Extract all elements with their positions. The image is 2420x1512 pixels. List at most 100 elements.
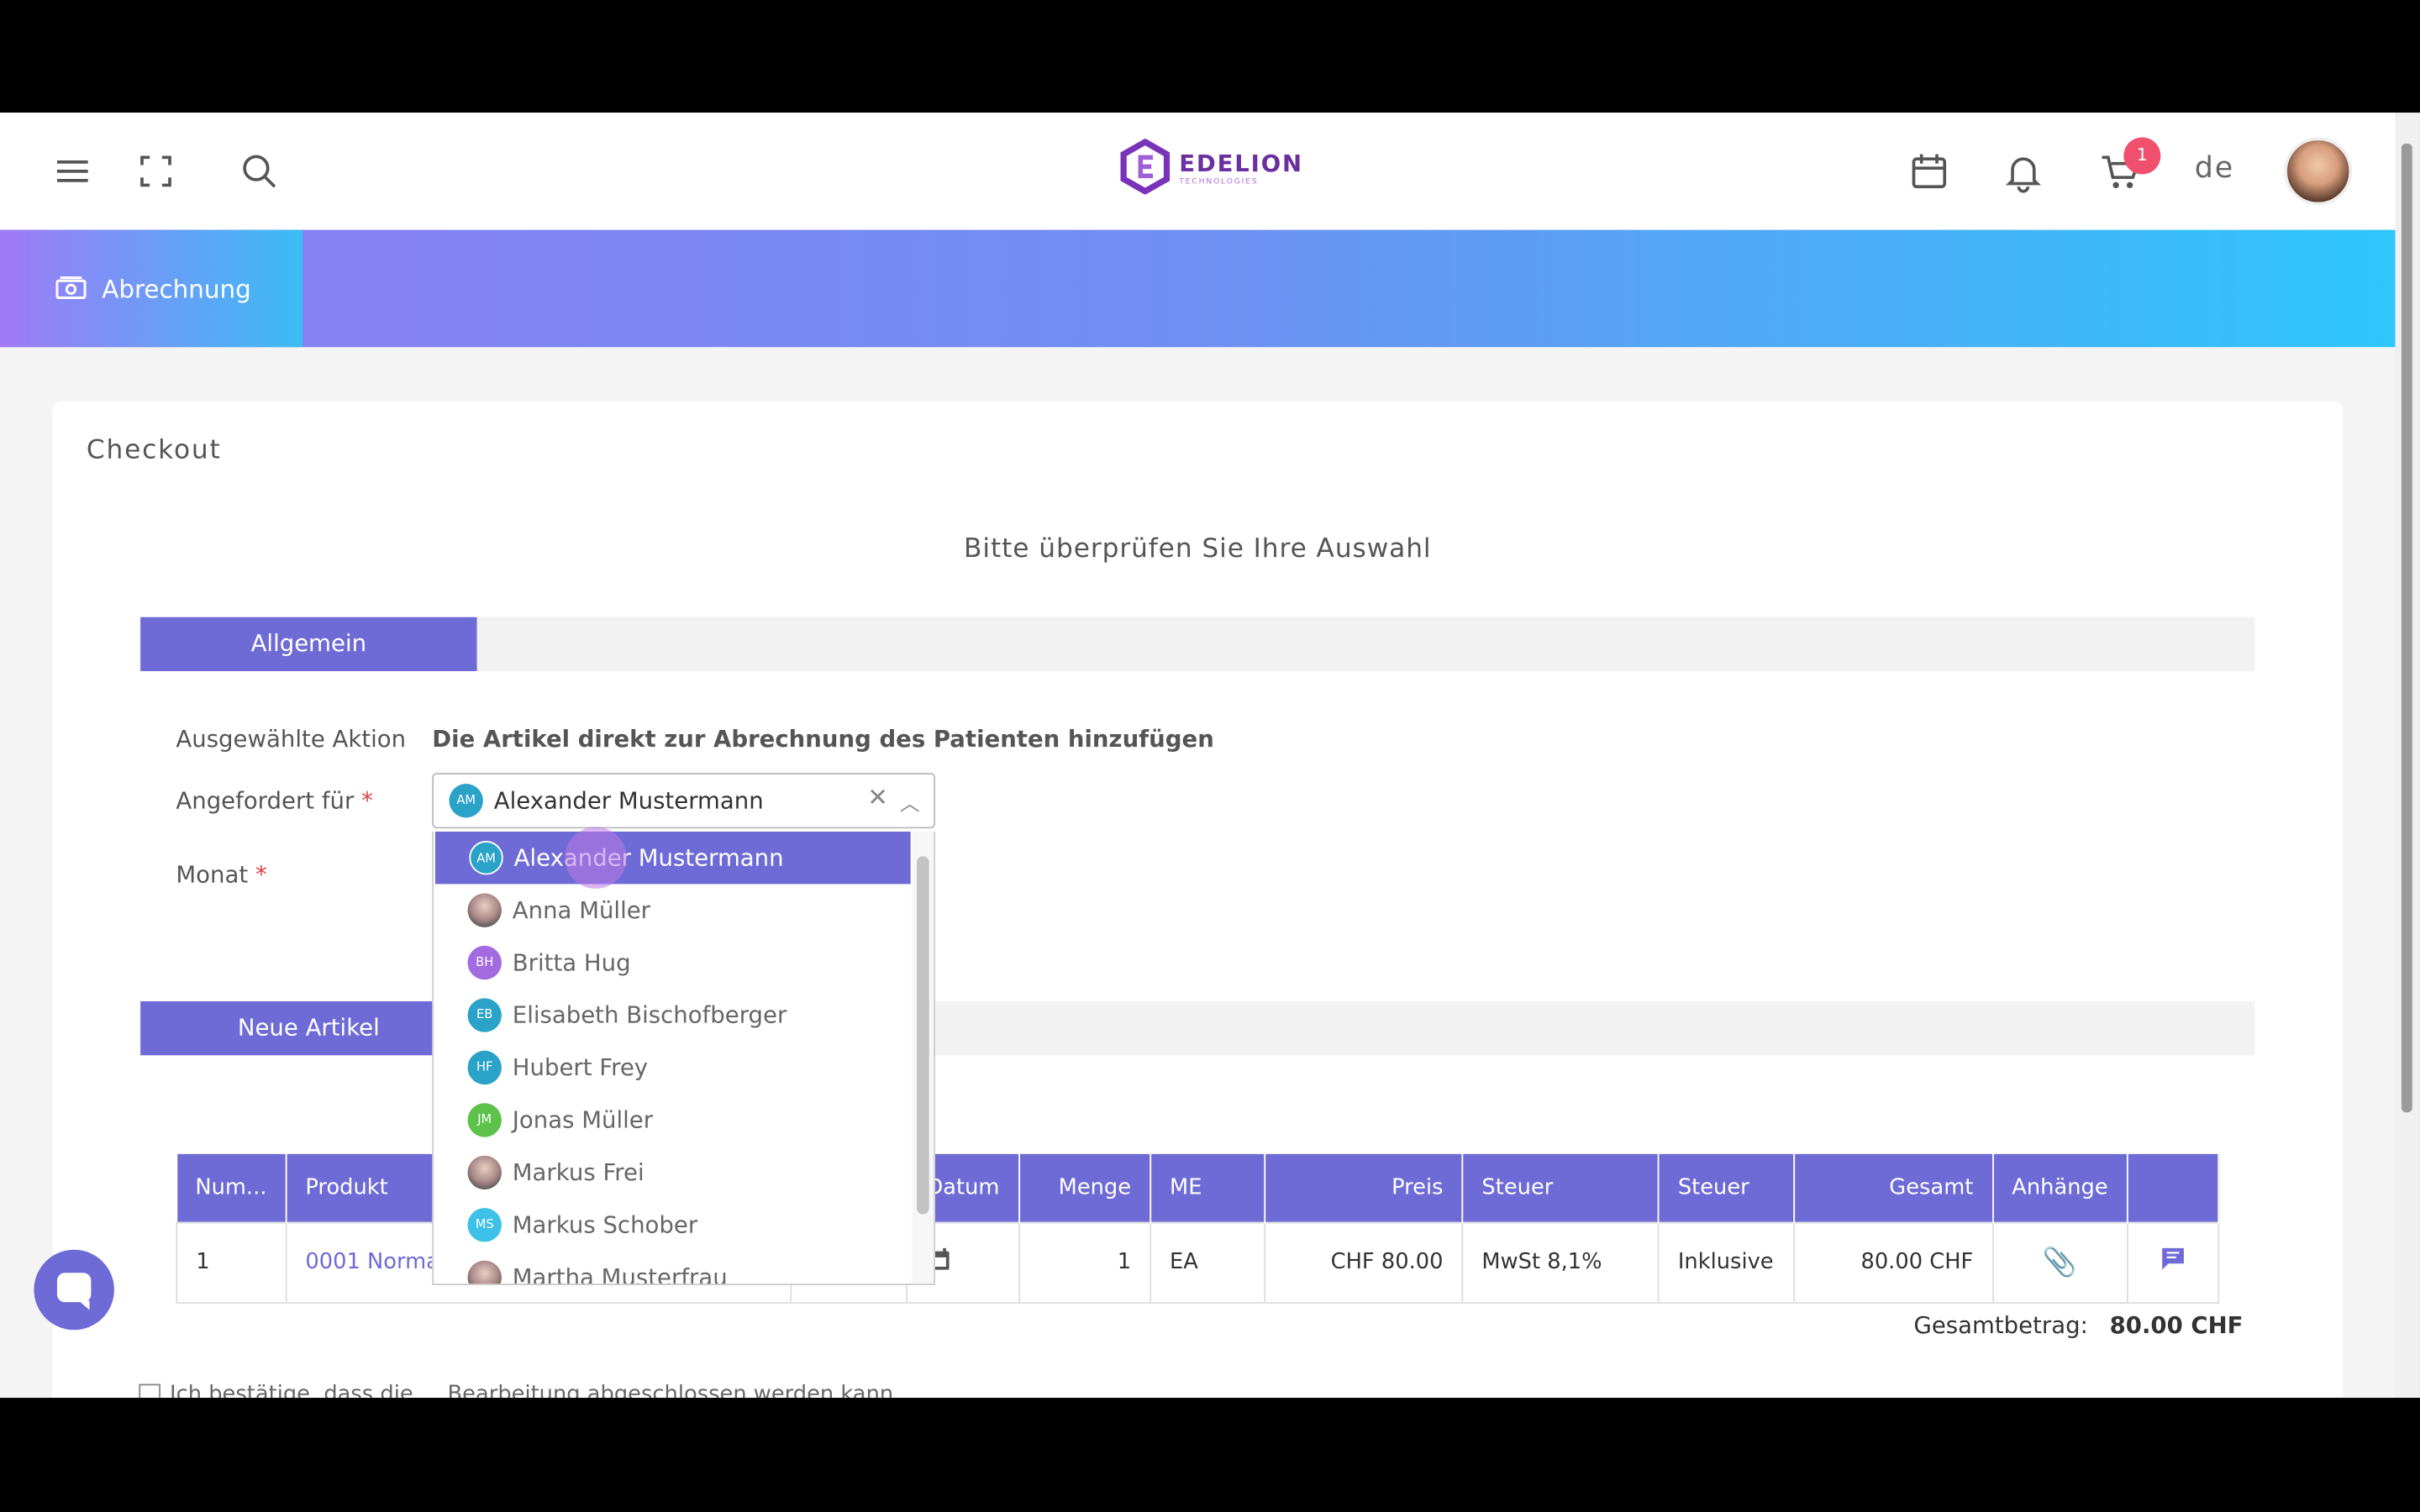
month-label: Monat * <box>176 861 266 889</box>
logo-subtext: TECHNOLOGIES <box>1179 176 1259 186</box>
person-dropdown-list[interactable]: AM Alexander Mustermann Anna Müller BH Britt… <box>432 831 936 1285</box>
col-num[interactable]: Num... <box>176 1153 287 1222</box>
cell-price: CHF 80.00 <box>1264 1221 1464 1304</box>
dropdown-scroll-thumb[interactable] <box>916 856 929 1215</box>
total-value: 80.00 CHF <box>2109 1311 2244 1340</box>
selected-action-value: Die Artikel direkt zur Abrechnung des Pa… <box>432 725 1214 753</box>
selected-person-name: Alexander Mustermann <box>493 786 764 815</box>
page-banner: Abrechnung <box>0 229 2396 348</box>
option-name: Jonas Müller <box>512 1105 654 1134</box>
requested-for-select[interactable]: AM Alexander Mustermann ✕ ︿ <box>432 773 936 829</box>
dropdown-option[interactable]: Anna Müller <box>434 884 909 936</box>
tab-label: Abrechnung <box>102 274 251 303</box>
cell-tax: MwSt 8,1% <box>1461 1221 1660 1304</box>
required-mark: * <box>255 860 267 889</box>
person-initials-avatar: AM <box>469 841 503 875</box>
person-initials-avatar: BH <box>467 945 502 980</box>
col-tax[interactable]: Steuer <box>1462 1153 1660 1222</box>
option-name: Markus Schober <box>512 1210 698 1239</box>
money-icon <box>55 276 87 299</box>
dropdown-option[interactable]: BH Britta Hug <box>434 937 909 989</box>
col-total[interactable]: Gesamt <box>1794 1153 1994 1222</box>
person-initials-avatar: JM <box>467 1103 502 1137</box>
dropdown-scrollbar[interactable] <box>912 831 934 1284</box>
dropdown-option[interactable]: JM Jonas Müller <box>434 1094 909 1146</box>
cart-count-badge: 1 <box>2123 137 2161 175</box>
person-initials-avatar: EB <box>467 998 502 1032</box>
comment-icon[interactable] <box>2160 1247 2185 1271</box>
dropdown-option[interactable]: AM Alexander Mustermann <box>434 831 911 885</box>
selected-person: AM Alexander Mustermann <box>449 784 764 818</box>
selected-action-label: Ausgewählte Aktion <box>176 725 407 753</box>
browser-viewport: EDELION TECHNOLOGIES 1 de Abrechnung Che… <box>0 113 2420 1399</box>
col-unit[interactable]: ME <box>1150 1153 1266 1222</box>
option-name: Martha Musterfrau <box>512 1263 728 1285</box>
bell-icon[interactable] <box>2002 150 2044 193</box>
requested-for-text: Angefordert für <box>176 786 355 815</box>
company-logo[interactable]: EDELION TECHNOLOGIES <box>1120 137 1302 196</box>
dropdown-option[interactable]: Markus Frei <box>434 1147 909 1199</box>
cell-quantity[interactable]: 1 <box>1018 1221 1151 1304</box>
chat-button[interactable] <box>34 1249 114 1331</box>
option-name: Anna Müller <box>512 896 651 925</box>
person-initials-avatar: HF <box>467 1050 502 1085</box>
page-scroll-thumb[interactable] <box>2401 143 2412 1113</box>
confirm-row: Ich bestätige, dass die ... Bearbeitung … <box>139 1382 894 1399</box>
checkout-card: Checkout Bitte überprüfen Sie Ihre Auswa… <box>52 401 2344 1399</box>
click-indicator <box>565 827 627 889</box>
user-avatar[interactable] <box>2284 137 2353 206</box>
col-quantity[interactable]: Menge <box>1018 1153 1151 1222</box>
language-switcher[interactable]: de <box>2195 151 2234 185</box>
page-scrollbar[interactable] <box>2395 113 2420 1399</box>
top-bar: EDELION TECHNOLOGIES 1 de <box>0 113 2396 230</box>
confirm-checkbox[interactable] <box>139 1383 161 1399</box>
person-initials-avatar: MS <box>467 1208 502 1242</box>
general-section-bar: Allgemein <box>140 617 2255 671</box>
chevron-up-icon[interactable]: ︿ <box>900 787 920 816</box>
dropdown-option[interactable]: EB Elisabeth Bischofberger <box>434 989 909 1041</box>
confirm-text: Ich bestätige, dass die ... Bearbeitung … <box>170 1382 894 1399</box>
page-title: Checkout <box>86 434 222 466</box>
dropdown-option[interactable]: Martha Musterfrau <box>434 1252 909 1285</box>
dropdown-option[interactable]: MS Markus Schober <box>434 1199 909 1251</box>
tab-abrechnung[interactable]: Abrechnung <box>0 229 302 348</box>
search-icon[interactable] <box>238 150 281 192</box>
dropdown-options: AM Alexander Mustermann Anna Müller BH Britt… <box>434 831 934 1285</box>
cell-num: 1 <box>176 1221 287 1304</box>
clear-icon[interactable]: ✕ <box>867 782 888 811</box>
tab-neue-artikel[interactable]: Neue Artikel <box>140 1001 477 1056</box>
chat-icon <box>56 1273 92 1310</box>
person-photo-avatar <box>467 1260 502 1284</box>
col-actions <box>2127 1153 2220 1222</box>
paperclip-icon[interactable]: 📎 <box>2043 1246 2077 1278</box>
col-tax-type[interactable]: Steuer <box>1658 1153 1796 1222</box>
person-initials-avatar: AM <box>449 784 483 818</box>
cell-unit: EA <box>1150 1221 1266 1304</box>
requested-for-label: Angefordert für * <box>176 787 373 815</box>
fullscreen-icon[interactable] <box>134 150 177 192</box>
screen: EDELION TECHNOLOGIES 1 de Abrechnung Che… <box>0 0 2420 1512</box>
month-text: Monat <box>176 860 249 889</box>
menu-icon[interactable] <box>51 150 94 192</box>
total-label: Gesamtbetrag: <box>1913 1311 2088 1340</box>
calendar-icon[interactable] <box>1907 150 1950 192</box>
option-name: Britta Hug <box>512 948 631 977</box>
required-mark: * <box>361 786 373 815</box>
col-attachments[interactable]: Anhänge <box>1992 1153 2128 1222</box>
option-name: Markus Frei <box>512 1158 644 1187</box>
person-photo-avatar <box>467 893 502 927</box>
tab-allgemein[interactable]: Allgemein <box>140 617 477 671</box>
logo-text: EDELION <box>1179 149 1303 177</box>
option-name: Elisabeth Bischofberger <box>512 1001 787 1030</box>
col-price[interactable]: Preis <box>1265 1153 1464 1222</box>
option-name: Alexander Mustermann <box>513 843 784 872</box>
cell-comment[interactable] <box>2126 1221 2220 1304</box>
person-photo-avatar <box>467 1155 502 1190</box>
checkout-subtitle: Bitte überprüfen Sie Ihre Auswahl <box>964 533 1432 565</box>
cell-attachments[interactable]: 📎 <box>1991 1221 2128 1304</box>
logo-icon <box>1120 139 1171 195</box>
dropdown-option[interactable]: HF Hubert Frey <box>434 1042 909 1094</box>
cell-total: 80.00 CHF <box>1793 1221 1994 1304</box>
option-name: Hubert Frey <box>512 1053 649 1082</box>
cell-tax-type: Inklusive <box>1657 1221 1796 1304</box>
